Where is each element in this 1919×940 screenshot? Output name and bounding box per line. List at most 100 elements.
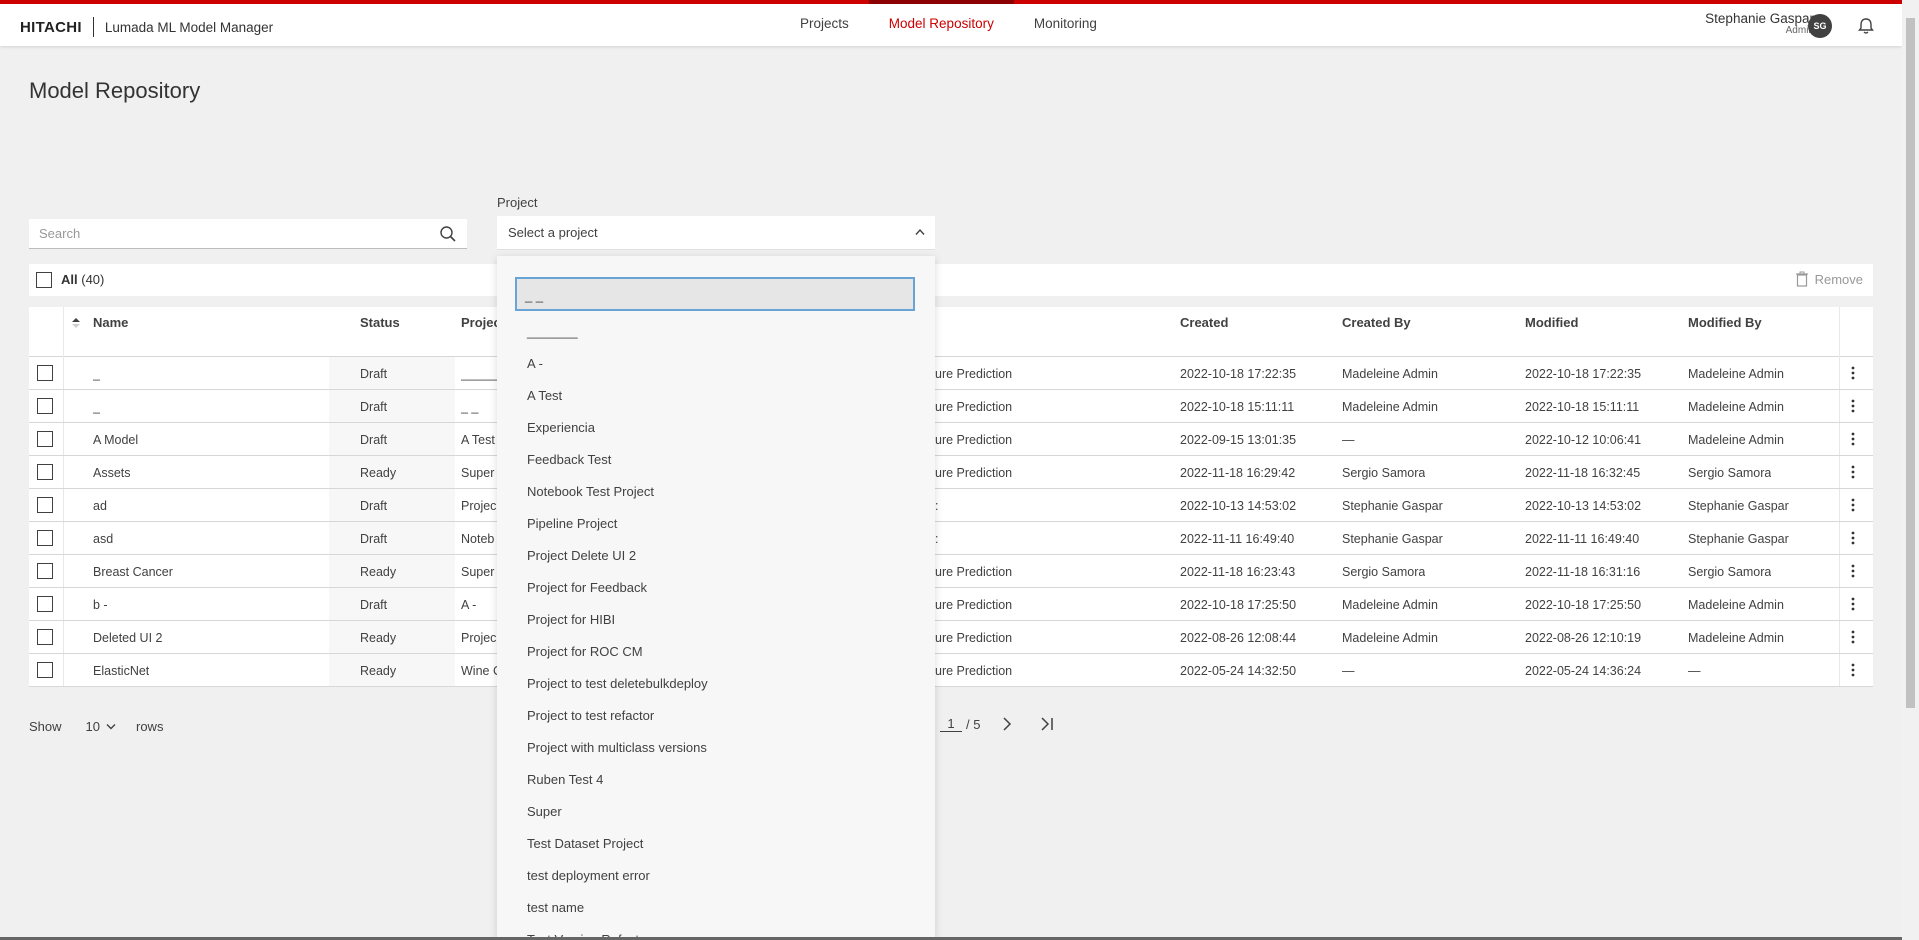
table-row[interactable]: _ Draft _ _ ure Prediction 2022-10-18 15… (29, 390, 1873, 423)
scrollbar-thumb[interactable] (1906, 18, 1915, 708)
project-option[interactable]: Notebook Test Project (527, 483, 708, 515)
row-checkbox[interactable] (37, 662, 53, 678)
last-page-icon[interactable] (1040, 717, 1054, 731)
project-option[interactable]: Project to test refactor (527, 707, 708, 739)
more-actions-icon[interactable] (1851, 663, 1855, 677)
cell-shade (329, 423, 455, 455)
project-option[interactable]: A Test (527, 387, 708, 419)
project-option[interactable]: Project Delete UI 2 (527, 547, 708, 579)
cell-name[interactable]: Assets (93, 466, 131, 480)
project-filter-label: Project (497, 195, 538, 210)
project-option[interactable]: Project for Feedback (527, 579, 708, 611)
project-option[interactable]: Super (527, 803, 708, 835)
row-checkbox[interactable] (37, 563, 53, 579)
cell-modified: 2022-10-18 17:25:50 (1525, 598, 1642, 612)
rows-per-page-select[interactable]: 10 (86, 719, 100, 734)
cell-name[interactable]: Deleted UI 2 (93, 631, 162, 645)
project-option[interactable]: A - (527, 355, 708, 387)
table-row[interactable]: A Model Draft A Test ure Prediction 2022… (29, 423, 1873, 456)
project-option[interactable]: Experiencia (527, 419, 708, 451)
table-row[interactable]: asd Draft Noteb : 2022-11-11 16:49:40 St… (29, 522, 1873, 555)
nav-projects[interactable]: Projects (780, 4, 869, 46)
cell-modified-by: Madeleine Admin (1688, 367, 1784, 381)
row-checkbox[interactable] (37, 497, 53, 513)
cell-modified: 2022-11-18 16:32:45 (1525, 466, 1641, 480)
more-actions-icon[interactable] (1851, 465, 1855, 479)
sort-icon[interactable] (71, 317, 81, 329)
column-header-name[interactable]: Name (93, 315, 128, 330)
remove-button[interactable]: Remove (1795, 271, 1863, 287)
more-actions-icon[interactable] (1851, 531, 1855, 545)
project-option[interactable]: Project with multiclass versions (527, 739, 708, 771)
project-option[interactable]: test deployment error (527, 867, 708, 899)
more-actions-icon[interactable] (1851, 564, 1855, 578)
column-header-status[interactable]: Status (360, 315, 400, 330)
row-checkbox[interactable] (37, 431, 53, 447)
cell-name[interactable]: _ (93, 367, 100, 381)
hitachi-logo[interactable]: HITACHI (20, 19, 82, 36)
column-divider (1839, 522, 1840, 554)
more-actions-icon[interactable] (1851, 399, 1855, 413)
cell-name[interactable]: A Model (93, 433, 138, 447)
project-option[interactable]: _______ (527, 323, 708, 355)
cell-modified-by: Stephanie Gaspar (1688, 532, 1789, 546)
column-header-created[interactable]: Created (1180, 315, 1228, 330)
cell-name[interactable]: b - (93, 598, 108, 612)
project-option[interactable]: Test Dataset Project (527, 835, 708, 867)
row-checkbox[interactable] (37, 530, 53, 546)
cell-modified: 2022-11-18 16:31:16 (1525, 565, 1641, 579)
more-actions-icon[interactable] (1851, 432, 1855, 446)
search-input[interactable] (29, 219, 409, 247)
project-option[interactable]: Feedback Test (527, 451, 708, 483)
project-option[interactable]: Project for ROC CM (527, 643, 708, 675)
table-row[interactable]: Breast Cancer Ready Super ure Prediction… (29, 555, 1873, 588)
select-all-checkbox[interactable] (36, 272, 52, 288)
row-checkbox[interactable] (37, 398, 53, 414)
remove-label: Remove (1814, 271, 1863, 287)
user-info[interactable]: Stephanie Gaspar Admin (1705, 11, 1814, 37)
column-header-project[interactable]: Projec (461, 315, 501, 330)
next-page-icon[interactable] (1002, 717, 1012, 731)
page-input[interactable]: 1 (940, 716, 962, 732)
more-actions-icon[interactable] (1851, 597, 1855, 611)
search-icon[interactable] (439, 225, 457, 243)
cell-name[interactable]: asd (93, 532, 113, 546)
project-filter-input[interactable]: _ _ (515, 277, 915, 311)
row-checkbox[interactable] (37, 365, 53, 381)
avatar[interactable]: SG (1808, 14, 1832, 38)
column-header-modified[interactable]: Modified (1525, 315, 1578, 330)
cell-created: 2022-10-18 15:11:11 (1180, 400, 1295, 414)
cell-type: ure Prediction (935, 466, 1013, 480)
more-actions-icon[interactable] (1851, 630, 1855, 644)
column-divider (1839, 456, 1840, 488)
row-checkbox[interactable] (37, 464, 53, 480)
bell-icon[interactable] (1856, 16, 1876, 36)
column-header-created-by[interactable]: Created By (1342, 315, 1411, 330)
cell-name[interactable]: ElasticNet (93, 664, 149, 678)
project-option[interactable]: Project for HIBI (527, 611, 708, 643)
project-option[interactable]: Ruben Test 4 (527, 771, 708, 803)
nav-model-repository[interactable]: Model Repository (868, 0, 1014, 46)
row-checkbox[interactable] (37, 629, 53, 645)
cell-type: : (935, 532, 939, 546)
table-row[interactable]: _ Draft ______ ure Prediction 2022-10-18… (29, 357, 1873, 390)
project-option[interactable]: test name (527, 899, 708, 931)
project-option[interactable]: Pipeline Project (527, 515, 708, 547)
row-checkbox[interactable] (37, 596, 53, 612)
cell-type: ure Prediction (935, 664, 1013, 678)
cell-name[interactable]: Breast Cancer (93, 565, 173, 579)
table-row[interactable]: b - Draft A - ure Prediction 2022-10-18 … (29, 588, 1873, 621)
more-actions-icon[interactable] (1851, 498, 1855, 512)
table-row[interactable]: Deleted UI 2 Ready Projec ure Prediction… (29, 621, 1873, 654)
chevron-down-icon[interactable] (106, 723, 116, 730)
column-header-modified-by[interactable]: Modified By (1688, 315, 1762, 330)
nav-monitoring[interactable]: Monitoring (1014, 4, 1117, 46)
cell-name[interactable]: _ (93, 400, 100, 414)
cell-name[interactable]: ad (93, 499, 107, 513)
more-actions-icon[interactable] (1851, 366, 1855, 380)
table-row[interactable]: Assets Ready Super ure Prediction 2022-1… (29, 456, 1873, 489)
table-row[interactable]: ElasticNet Ready Wine C ure Prediction 2… (29, 654, 1873, 687)
table-row[interactable]: ad Draft Projec : 2022-10-13 14:53:02 St… (29, 489, 1873, 522)
project-select[interactable]: Select a project (497, 216, 935, 250)
project-option[interactable]: Project to test deletebulkdeploy (527, 675, 708, 707)
